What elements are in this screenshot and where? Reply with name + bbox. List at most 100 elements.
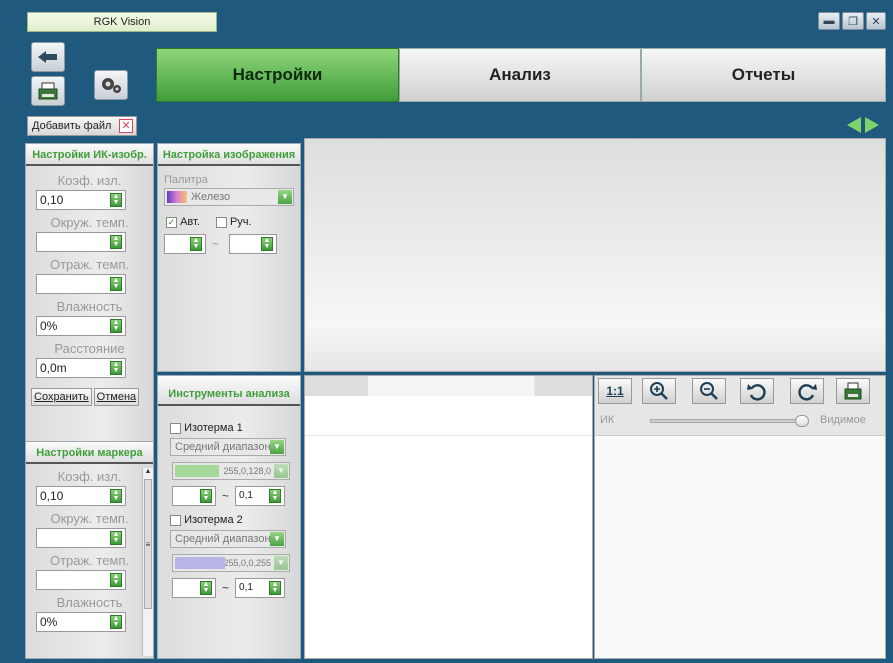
isotherm1-mode: Средний диапазон <box>175 441 271 453</box>
range-max-input[interactable]: ▲ ▼ <box>229 234 278 254</box>
isotherm1-threshold-input[interactable]: 0,1 ▲ ▼ <box>235 486 286 506</box>
marker-ambient-input[interactable]: ▲ ▼ <box>36 528 126 548</box>
spin-arrows-icon[interactable]: ▲ ▼ <box>190 237 202 251</box>
marker-emissivity-value: 0,10 <box>40 489 64 503</box>
table-header <box>305 376 592 396</box>
isotherm2-threshold-input[interactable]: 0,1 ▲ ▼ <box>235 578 286 598</box>
spin-arrows-icon[interactable]: ▲ ▼ <box>110 489 122 503</box>
minimize-button[interactable]: ▬ <box>818 12 840 30</box>
zoom-out-button[interactable] <box>692 378 726 404</box>
ir-humidity-input[interactable]: 0% ▲ ▼ <box>36 316 126 336</box>
marker-humidity-input[interactable]: 0% ▲ ▼ <box>36 612 126 632</box>
table-row[interactable] <box>305 396 592 436</box>
rotate-left-button[interactable] <box>740 378 774 404</box>
settings-button[interactable] <box>94 70 128 100</box>
ir-distance-input[interactable]: 0,0m ▲ ▼ <box>36 358 126 378</box>
back-button[interactable] <box>31 42 65 72</box>
spin-arrows-icon[interactable]: ▲ ▼ <box>110 193 122 207</box>
isotherm2-threshold: 0,1 <box>239 582 253 593</box>
isotherm1-color-select[interactable]: 255,0,128,0 ▼ <box>172 462 290 480</box>
spin-arrows-icon[interactable]: ▲ ▼ <box>110 277 122 291</box>
restore-button[interactable]: ❐ <box>842 12 864 30</box>
palette-select[interactable]: Железо ▼ <box>164 188 294 206</box>
range-separator: ~ <box>212 237 220 251</box>
isotherm1-color-value: 255,0,128,0 <box>223 466 271 476</box>
scroll-up-icon[interactable]: ▲ <box>143 468 153 475</box>
manual-checkbox[interactable]: Руч. <box>215 216 252 228</box>
isotherm1-threshold: 0,1 <box>239 490 253 501</box>
remove-file-icon[interactable]: ✕ <box>119 119 133 133</box>
ir-distance-value: 0,0m <box>40 361 67 375</box>
chevron-down-icon: ▼ <box>270 532 284 546</box>
isotherm2-mode-select[interactable]: Средний диапазон ▼ <box>170 530 286 548</box>
marker-ambient-label: Окруж. темп. <box>50 511 129 526</box>
spin-arrows-icon[interactable]: ▲ ▼ <box>110 531 122 545</box>
auto-checkbox[interactable]: ✓ Авт. <box>166 216 200 228</box>
blend-slider-track[interactable] <box>650 415 809 427</box>
marker-scrollbar[interactable]: ▲ ≡ <box>142 468 153 656</box>
isotherm1-min-input[interactable]: ▲ ▼ <box>172 486 216 506</box>
chevron-down-icon: ▼ <box>274 464 288 478</box>
image-preview-area[interactable] <box>304 138 886 372</box>
isotherm2-label: Изотерма 2 <box>184 514 243 526</box>
close-window-button[interactable]: ✕ <box>866 12 886 30</box>
spin-arrows-icon[interactable]: ▲ ▼ <box>269 581 282 595</box>
isotherm2-checkbox[interactable]: Изотерма 2 <box>170 514 300 526</box>
cancel-button[interactable]: Отмена <box>93 388 140 406</box>
spin-arrows-icon[interactable]: ▲ ▼ <box>110 615 122 629</box>
isotherm2-color-select[interactable]: 255,0,0,255 ▼ <box>172 554 290 572</box>
image-settings-panel: Настройка изображения Палитра Железо ▼ ✓… <box>157 143 301 372</box>
analysis-tools-panel: Инструменты анализа Изотерма 1 Средний д… <box>157 375 301 659</box>
gears-icon <box>102 78 121 93</box>
rotate-right-icon <box>798 384 817 401</box>
spin-arrows-icon[interactable]: ▲ ▼ <box>269 489 282 503</box>
ir-ambient-input[interactable]: ▲ ▼ <box>36 232 126 252</box>
tab-reports[interactable]: Отчеты <box>641 48 886 102</box>
viewer-save-button[interactable] <box>836 378 870 404</box>
save-button[interactable]: Сохранить <box>31 388 92 406</box>
marker-reflected-input[interactable]: ▲ ▼ <box>36 570 126 590</box>
rotate-right-button[interactable] <box>790 378 824 404</box>
marker-settings-panel: Настройки маркера Коэф. изл. 0,10 ▲ ▼ Окру… <box>25 441 154 659</box>
ir-emissivity-input[interactable]: 0,10 ▲ ▼ <box>36 190 126 210</box>
chevron-down-icon: ▼ <box>278 190 292 204</box>
nav-arrows-button[interactable] <box>845 116 881 134</box>
spin-arrows-icon[interactable]: ▲ ▼ <box>110 573 122 587</box>
add-file-button[interactable]: Добавить файл ✕ <box>27 116 137 136</box>
spin-arrows-icon[interactable]: ▲ ▼ <box>261 237 274 251</box>
palette-value: Железо <box>191 191 231 203</box>
spin-arrows-icon[interactable]: ▲ ▼ <box>110 235 122 249</box>
range-min-input[interactable]: ▲ ▼ <box>164 234 206 254</box>
hand-arrow-icon <box>38 51 57 63</box>
marker-emissivity-input[interactable]: 0,10 ▲ ▼ <box>36 486 126 506</box>
marker-emissivity-label: Коэф. изл. <box>57 469 122 484</box>
blend-slider-thumb[interactable] <box>795 415 809 427</box>
add-file-label: Добавить файл <box>32 120 112 132</box>
zoom-in-button[interactable] <box>642 378 676 404</box>
spin-arrows-icon[interactable]: ▲ ▼ <box>200 581 212 595</box>
chevron-down-icon: ▼ <box>270 440 284 454</box>
scroll-thumb[interactable]: ≡ <box>144 479 152 609</box>
tab-settings[interactable]: Настройки <box>156 48 399 102</box>
isotherm1-mode-select[interactable]: Средний диапазон ▼ <box>170 438 286 456</box>
checkmark-icon: ✓ <box>166 216 177 228</box>
spin-arrows-icon[interactable]: ▲ ▼ <box>110 319 122 333</box>
print-button[interactable] <box>31 76 65 106</box>
isotherm1-color-swatch <box>175 465 219 477</box>
palette-label: Палитра <box>164 174 208 186</box>
ir-reflected-input[interactable]: ▲ ▼ <box>36 274 126 294</box>
ir-settings-title: Настройки ИК-изобр. <box>26 144 153 166</box>
spin-arrows-icon[interactable]: ▲ ▼ <box>200 489 212 503</box>
zoom-1to1-button[interactable]: 1:1 <box>598 378 632 404</box>
window-title: RGK Vision <box>27 12 217 32</box>
analysis-table <box>304 375 593 659</box>
ir-distance-label: Расстояние <box>54 341 125 356</box>
auto-label: Авт. <box>180 216 200 228</box>
isotherm2-range-sep: ~ <box>222 581 230 595</box>
isotherm1-checkbox[interactable]: Изотерма 1 <box>170 422 300 434</box>
spin-arrows-icon[interactable]: ▲ ▼ <box>110 361 122 375</box>
isotherm2-min-input[interactable]: ▲ ▼ <box>172 578 216 598</box>
tab-analysis[interactable]: Анализ <box>399 48 641 102</box>
marker-humidity-label: Влажность <box>56 595 123 610</box>
printer-icon <box>38 82 58 100</box>
